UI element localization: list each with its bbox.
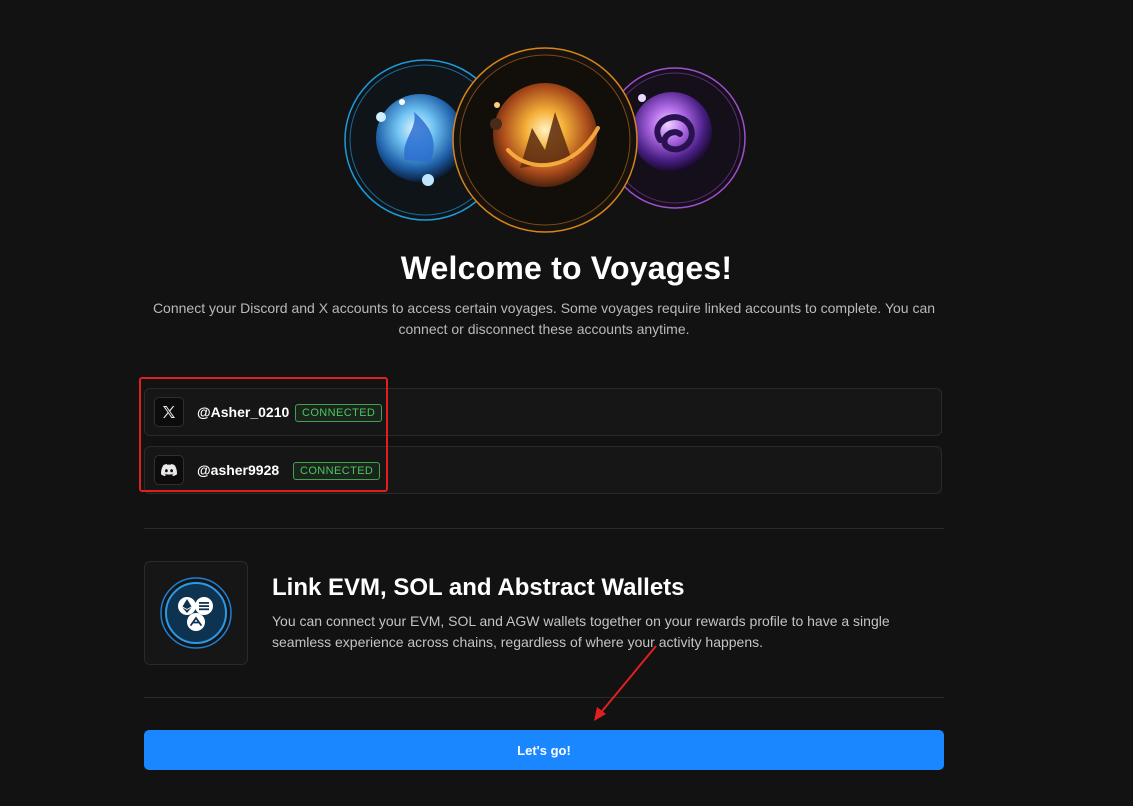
discord-connected-badge: CONNECTED (293, 462, 381, 480)
divider (144, 697, 944, 698)
hero-orbs (0, 0, 1133, 240)
discord-account-handle: @asher9928 (197, 462, 280, 478)
wallets-link-icon (144, 561, 248, 665)
discord-logo-icon (154, 455, 184, 485)
divider (144, 528, 944, 529)
lets-go-button[interactable]: Let's go! (144, 730, 944, 770)
voyages-welcome-page: Welcome to Voyages! Connect your Discord… (0, 0, 1133, 806)
x-account-handle: @Asher_0210 (197, 404, 290, 420)
wallets-title: Link EVM, SOL and Abstract Wallets (272, 574, 685, 601)
x-account-row[interactable]: @Asher_0210 CONNECTED (144, 388, 942, 436)
x-logo-icon (154, 397, 184, 427)
page-title: Welcome to Voyages! (400, 250, 733, 286)
x-connected-badge: CONNECTED (295, 404, 383, 422)
fire-orb (452, 47, 638, 233)
page-subtitle: Connect your Discord and X accounts to a… (152, 300, 936, 337)
discord-account-row[interactable]: @asher9928 CONNECTED (144, 446, 942, 494)
wallets-description: You can connect your EVM, SOL and AGW wa… (272, 613, 890, 650)
